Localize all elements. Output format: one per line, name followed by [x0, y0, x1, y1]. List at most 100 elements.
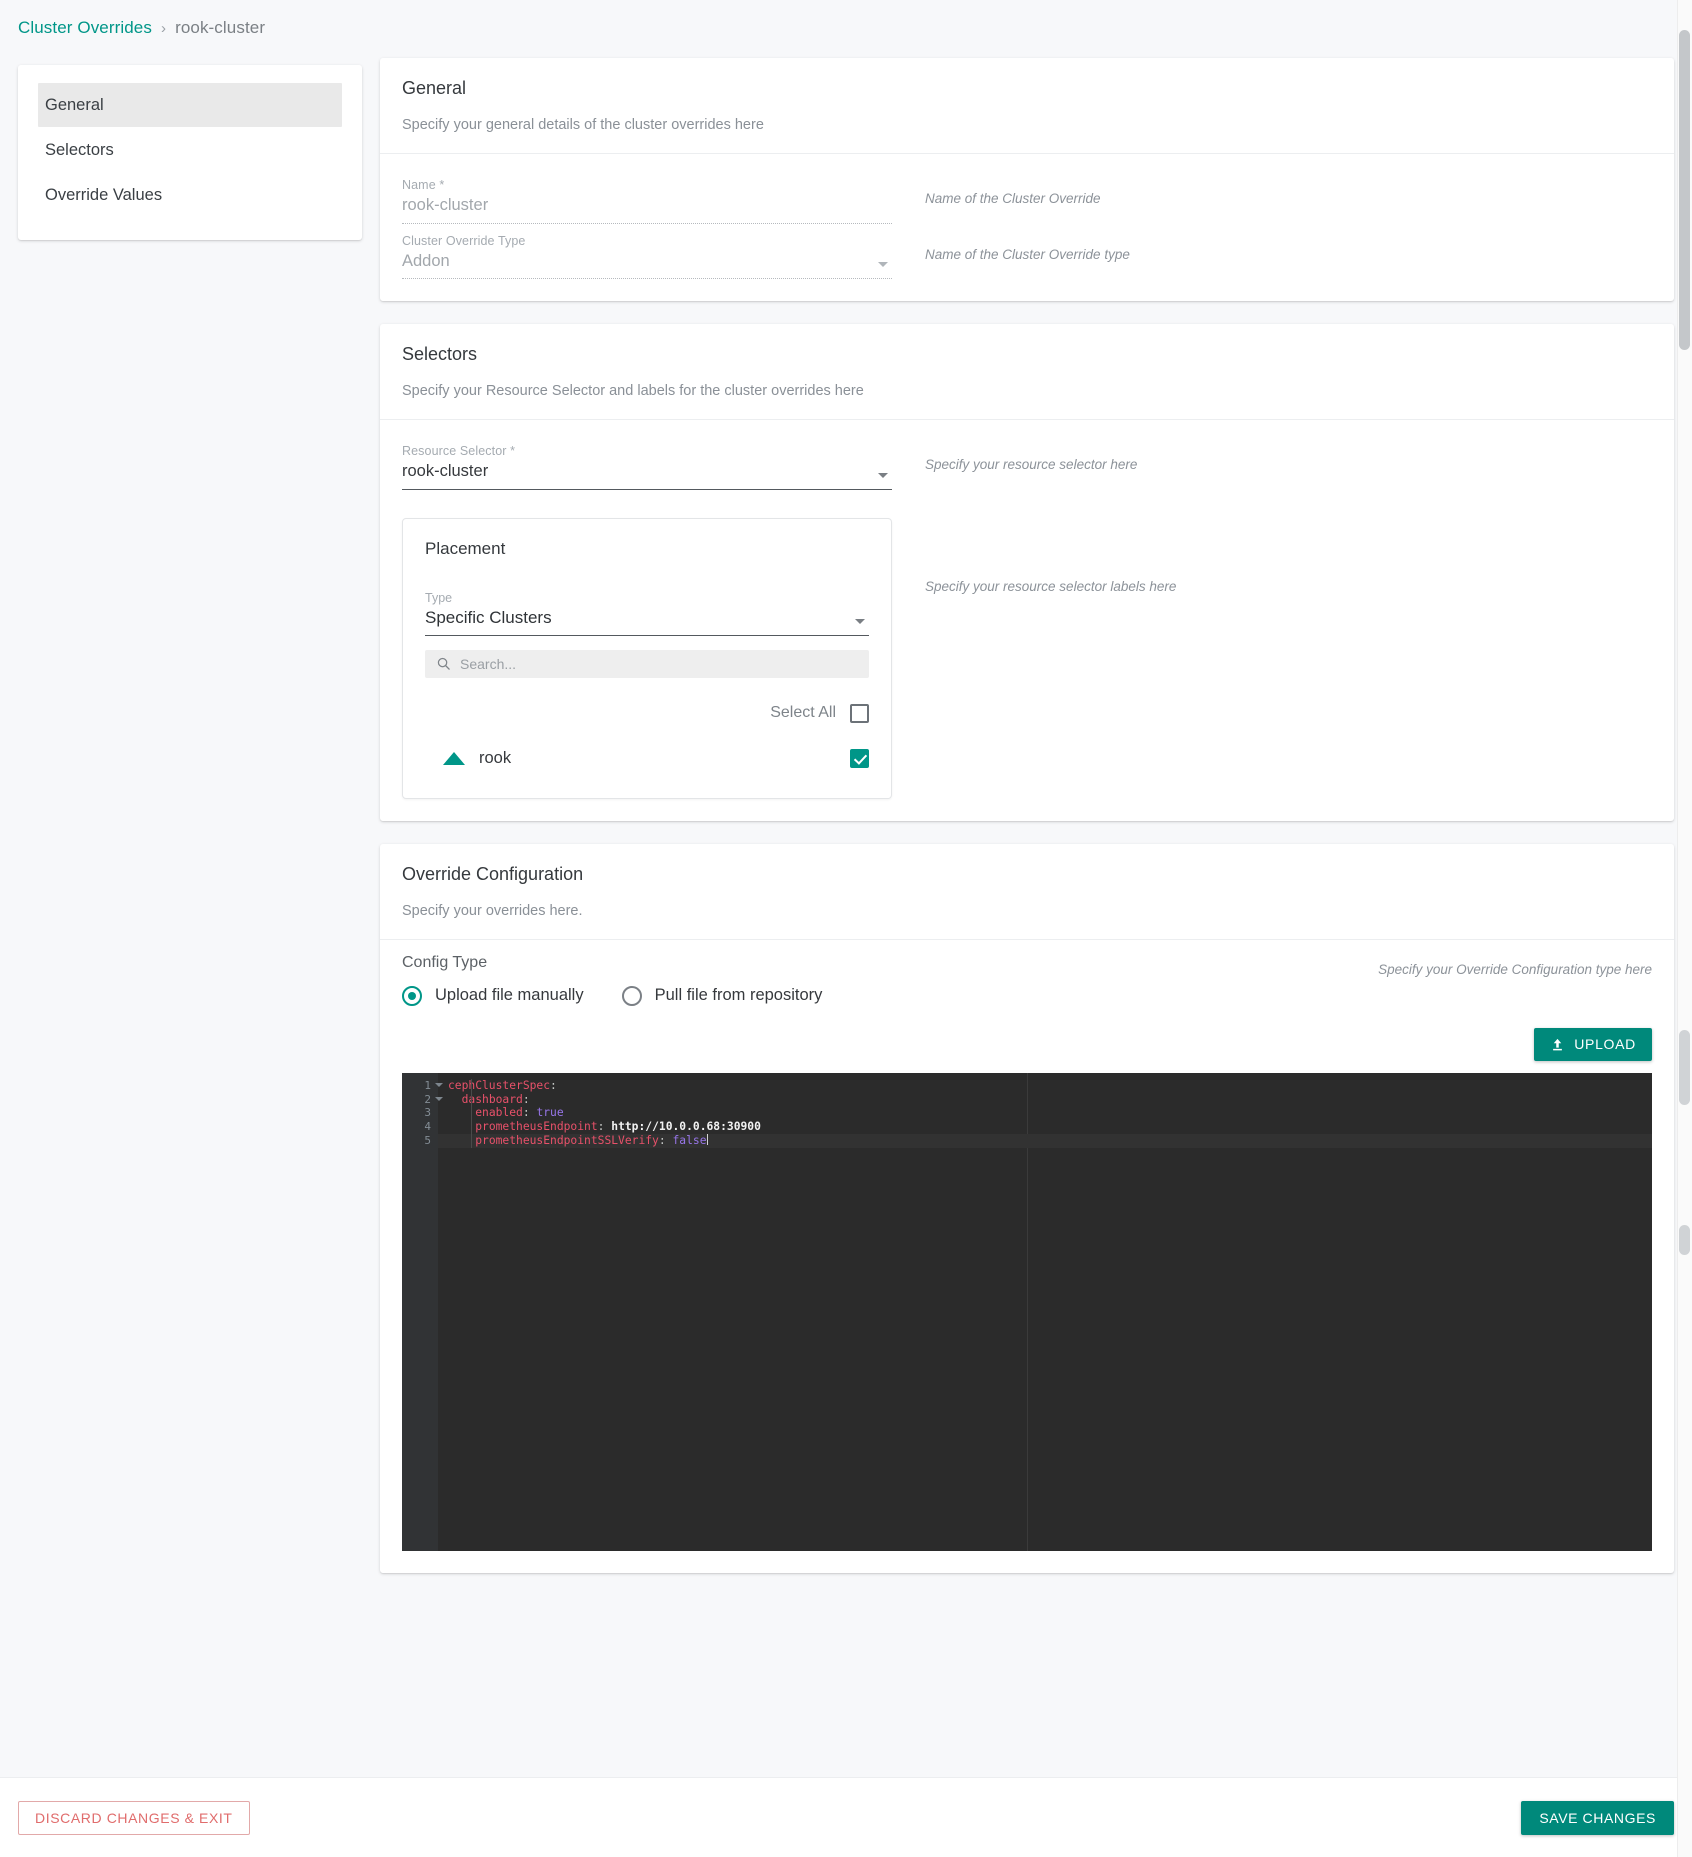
breadcrumb: Cluster Overrides › rook-cluster: [18, 18, 265, 38]
selectors-card-header: Selectors Specify your Resource Selector…: [380, 324, 1674, 419]
name-field[interactable]: Name * rook-cluster: [402, 168, 892, 224]
general-subtitle: Specify your general details of the clus…: [402, 117, 764, 133]
yaml-value: false: [672, 1134, 707, 1148]
resource-selector-field[interactable]: Resource Selector * rook-cluster: [402, 434, 892, 490]
override-config-title: Override Configuration: [402, 863, 584, 884]
override-type-field[interactable]: Cluster Override Type Addon: [402, 224, 892, 280]
line-number-text: 5: [424, 1134, 431, 1148]
placement-type-select[interactable]: Specific Clusters: [425, 608, 869, 636]
placement-title: Placement: [425, 538, 506, 558]
placement-type-field[interactable]: Type Specific Clusters: [425, 591, 869, 636]
config-type-hint: Specify your Override Configuration type…: [1378, 961, 1652, 977]
line-number: 1: [402, 1079, 443, 1093]
name-label: Name *: [402, 178, 445, 192]
override-type-select[interactable]: Addon: [402, 251, 892, 280]
scrollbar-marker: [1679, 1030, 1690, 1105]
line-number: 2: [402, 1092, 443, 1107]
sidebar-nav-card: General Selectors Override Values: [18, 65, 362, 240]
resource-selector-labels-hint: Specify your resource selector labels he…: [925, 578, 1177, 594]
save-changes-button[interactable]: SAVE CHANGES: [1521, 1800, 1674, 1835]
breadcrumb-current: rook-cluster: [175, 18, 266, 37]
cluster-triangle-icon: [443, 751, 465, 765]
code-line: enabled: true: [438, 1106, 1652, 1120]
sidebar-column: General Selectors Override Values: [18, 58, 362, 240]
placement-panel: Placement Type Specific Clusters Search.…: [402, 517, 892, 799]
chevron-down-icon: [878, 472, 888, 478]
override-configuration-card: Override Configuration Specify your over…: [380, 843, 1674, 1573]
resource-selector-select[interactable]: rook-cluster: [402, 461, 892, 490]
override-config-body: Specify your Override Configuration type…: [380, 940, 1674, 1573]
main-column: General Specify your general details of …: [380, 58, 1674, 1596]
radio-upload-file-manually[interactable]: Upload file manually: [402, 985, 584, 1006]
page-scrollbar[interactable]: [1677, 0, 1692, 1857]
discard-changes-button[interactable]: DISCARD CHANGES & EXIT: [18, 1800, 250, 1835]
upload-icon: [1553, 1038, 1563, 1051]
code-line-active: prometheusEndpointSSLVerify: false: [438, 1134, 1652, 1148]
selectors-card: Selectors Specify your Resource Selector…: [380, 324, 1674, 821]
sidebar-item-label: Override Values: [45, 185, 163, 204]
chevron-down-icon: [878, 262, 888, 268]
yaml-key: prometheusEndpointSSLVerify: [475, 1134, 659, 1148]
override-config-subtitle: Specify your overrides here.: [402, 902, 583, 919]
line-number-text: 4: [424, 1120, 431, 1134]
yaml-value: true: [536, 1106, 564, 1120]
radio-label: Pull file from repository: [654, 986, 823, 1005]
radio-icon-unselected: [621, 985, 642, 1006]
radio-label: Upload file manually: [435, 986, 584, 1005]
code-line: prometheusEndpoint: http://10.0.0.68:309…: [438, 1120, 1652, 1134]
app-viewport: Cluster Overrides › rook-cluster General…: [0, 0, 1692, 1857]
select-all-label: Select All: [770, 704, 836, 722]
upload-button[interactable]: UPLOAD: [1534, 1027, 1652, 1061]
name-input[interactable]: rook-cluster: [402, 195, 892, 224]
list-item[interactable]: rook: [425, 748, 869, 768]
yaml-colon: :: [522, 1092, 530, 1106]
general-title: General: [402, 78, 467, 98]
sidebar-item-selectors[interactable]: Selectors: [38, 128, 342, 172]
chevron-down-icon: [855, 618, 865, 624]
select-all-checkbox[interactable]: [850, 703, 869, 723]
yaml-code-editor[interactable]: 1 2 3 4 5 cephClusterSpec: dashboard: en…: [402, 1072, 1652, 1551]
upload-row: UPLOAD: [402, 1027, 1652, 1061]
yaml-key: enabled: [475, 1106, 523, 1120]
action-footer: DISCARD CHANGES & EXIT SAVE CHANGES: [0, 1777, 1692, 1857]
scrollbar-marker: [1679, 1225, 1690, 1255]
scrollbar-thumb[interactable]: [1679, 30, 1690, 350]
radio-pull-file-from-repository[interactable]: Pull file from repository: [621, 985, 823, 1006]
general-card-body: Name * rook-cluster Name of the Cluster …: [380, 154, 1674, 301]
editor-code-area[interactable]: cephClusterSpec: dashboard: enabled: tru…: [438, 1073, 1652, 1551]
code-line: cephClusterSpec:: [438, 1079, 1652, 1093]
editor-line-number-gutter: 1 2 3 4 5: [402, 1072, 443, 1551]
sidebar-item-general[interactable]: General: [38, 83, 342, 127]
radio-icon-selected: [402, 985, 422, 1006]
sidebar-item-label: General: [45, 95, 104, 114]
override-type-row: Cluster Override Type Addon Name of the …: [402, 224, 1652, 280]
yaml-colon: :: [522, 1106, 530, 1120]
override-type-label: Cluster Override Type: [402, 233, 526, 248]
cluster-item-left: rook: [425, 749, 511, 768]
placement-row: Placement Type Specific Clusters Search.…: [402, 490, 1652, 799]
general-card: General Specify your general details of …: [380, 58, 1674, 302]
breadcrumb-separator-icon: ›: [160, 19, 167, 37]
yaml-value: http://10.0.0.68:30900: [611, 1120, 761, 1134]
cluster-search-input[interactable]: Search...: [425, 649, 869, 678]
yaml-colon: :: [550, 1078, 557, 1092]
override-config-header: Override Configuration Specify your over…: [380, 844, 1674, 939]
yaml-colon: :: [597, 1120, 605, 1134]
cluster-search-placeholder: Search...: [460, 655, 517, 672]
text-cursor: [706, 1134, 708, 1146]
yaml-key: cephClusterSpec: [448, 1078, 551, 1092]
resource-selector-label: Resource Selector *: [402, 444, 516, 459]
select-all-row[interactable]: Select All: [425, 703, 869, 723]
placement-type-label: Type: [425, 590, 453, 605]
cluster-checkbox[interactable]: [850, 748, 869, 768]
resource-selector-row: Resource Selector * rook-cluster Specify…: [402, 434, 1652, 490]
sidebar-item-override-values[interactable]: Override Values: [38, 173, 342, 217]
upload-button-label: UPLOAD: [1574, 1036, 1636, 1053]
general-card-header: General Specify your general details of …: [380, 58, 1674, 153]
breadcrumb-root-link[interactable]: Cluster Overrides: [18, 18, 152, 38]
search-icon: [437, 658, 450, 671]
override-type-hint: Name of the Cluster Override type: [925, 246, 1130, 262]
selectors-subtitle: Specify your Resource Selector and label…: [402, 383, 864, 400]
resource-selector-hint: Specify your resource selector here: [925, 457, 1138, 473]
line-number-text: 2: [424, 1092, 431, 1106]
